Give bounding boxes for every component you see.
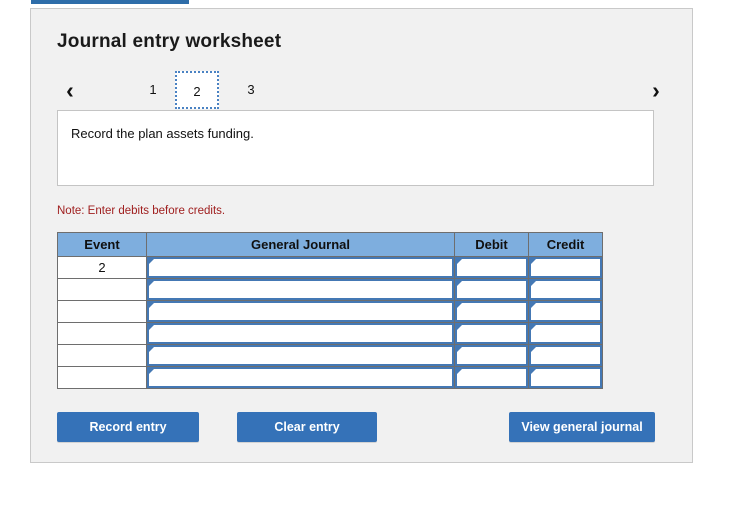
general-journal-input[interactable] <box>147 345 454 366</box>
general-journal-cell <box>147 323 455 345</box>
debit-input[interactable] <box>455 367 528 388</box>
credit-cell <box>529 367 603 389</box>
instruction-text: Record the plan assets funding. <box>71 126 254 141</box>
pager-page-2[interactable]: 2 <box>175 71 219 109</box>
debit-cell <box>455 301 529 323</box>
page-title: Journal entry worksheet <box>57 31 281 53</box>
event-cell <box>58 367 147 389</box>
general-journal-cell <box>147 367 455 389</box>
credit-cell <box>529 345 603 367</box>
credit-cell <box>529 301 603 323</box>
debit-cell <box>455 257 529 279</box>
debit-input[interactable] <box>455 257 528 278</box>
event-cell <box>58 301 147 323</box>
credit-input[interactable] <box>529 367 602 388</box>
journal-entry-table: Event General Journal Debit Credit 2 <box>57 232 603 389</box>
column-header-general-journal: General Journal <box>147 233 455 257</box>
credit-input[interactable] <box>529 323 602 344</box>
debit-input[interactable] <box>455 345 528 366</box>
record-entry-button[interactable]: Record entry <box>57 412 199 442</box>
debit-cell <box>455 279 529 301</box>
table-row <box>58 301 603 323</box>
credit-cell <box>529 257 603 279</box>
general-journal-input[interactable] <box>147 279 454 300</box>
table-row <box>58 323 603 345</box>
debit-input[interactable] <box>455 301 528 322</box>
top-accent-bar <box>31 0 189 4</box>
journal-entry-worksheet-panel: Journal entry worksheet ‹ 1 2 3 › Record… <box>30 8 693 463</box>
table-row: 2 <box>58 257 603 279</box>
debit-cell <box>455 323 529 345</box>
general-journal-cell <box>147 345 455 367</box>
pager-prev-icon[interactable]: ‹ <box>57 75 83 105</box>
credit-input[interactable] <box>529 279 602 300</box>
general-journal-cell <box>147 301 455 323</box>
instruction-box: Record the plan assets funding. <box>57 110 654 186</box>
journal-entry-table-body: 2 <box>58 257 603 389</box>
general-journal-input[interactable] <box>147 323 454 344</box>
note-text: Note: Enter debits before credits. <box>57 205 225 217</box>
event-cell: 2 <box>58 257 147 279</box>
debit-cell <box>455 345 529 367</box>
credit-input[interactable] <box>529 345 602 366</box>
column-header-event: Event <box>58 233 147 257</box>
view-general-journal-button[interactable]: View general journal <box>509 412 655 442</box>
general-journal-input[interactable] <box>147 257 454 278</box>
event-cell <box>58 345 147 367</box>
general-journal-input[interactable] <box>147 367 454 388</box>
credit-cell <box>529 279 603 301</box>
worksheet-pager: ‹ 1 2 3 › <box>57 71 669 111</box>
column-header-credit: Credit <box>529 233 603 257</box>
clear-entry-button[interactable]: Clear entry <box>237 412 377 442</box>
general-journal-cell <box>147 279 455 301</box>
credit-input[interactable] <box>529 301 602 322</box>
table-row <box>58 367 603 389</box>
credit-input[interactable] <box>529 257 602 278</box>
event-cell <box>58 323 147 345</box>
table-row <box>58 345 603 367</box>
debit-input[interactable] <box>455 279 528 300</box>
event-cell <box>58 279 147 301</box>
pager-page-3[interactable]: 3 <box>229 71 273 109</box>
general-journal-cell <box>147 257 455 279</box>
credit-cell <box>529 323 603 345</box>
table-row <box>58 279 603 301</box>
column-header-debit: Debit <box>455 233 529 257</box>
debit-input[interactable] <box>455 323 528 344</box>
pager-next-icon[interactable]: › <box>643 75 669 105</box>
debit-cell <box>455 367 529 389</box>
general-journal-input[interactable] <box>147 301 454 322</box>
pager-page-1[interactable]: 1 <box>131 71 175 109</box>
table-header-row: Event General Journal Debit Credit <box>58 233 603 257</box>
